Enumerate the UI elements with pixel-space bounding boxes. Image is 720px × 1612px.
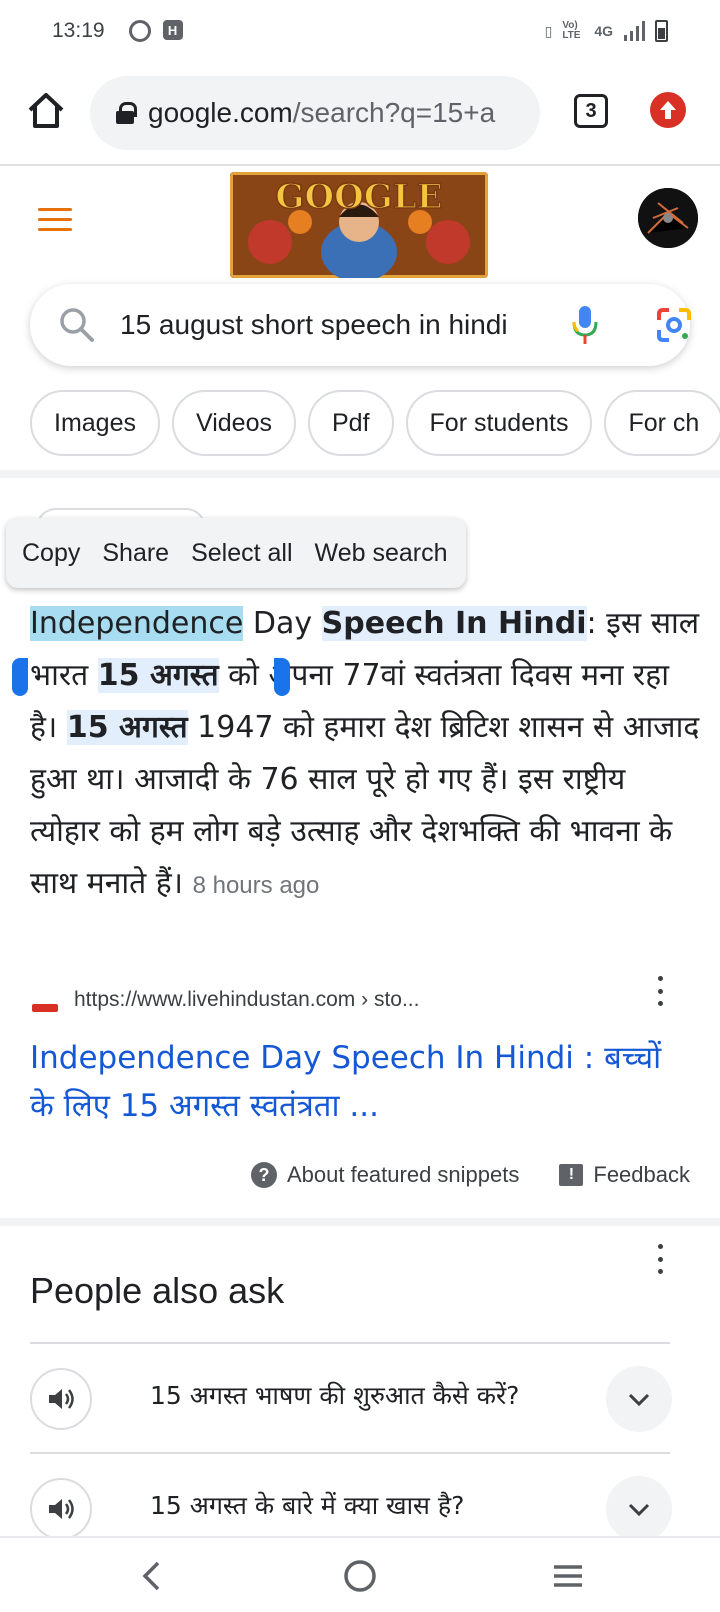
home-icon <box>28 93 64 128</box>
people-also-ask-heading: People also ask <box>30 1270 285 1311</box>
battery-icon <box>655 20 668 42</box>
update-button[interactable] <box>650 92 686 128</box>
speaker-button[interactable] <box>30 1368 92 1430</box>
result-more-options-icon[interactable] <box>656 976 664 1006</box>
status-bar: 13:19 H ▯ Vo) LTE 4G <box>0 0 720 62</box>
signal-icon <box>624 21 645 41</box>
back-icon <box>142 1561 160 1591</box>
chip-for-students[interactable]: For students <box>405 390 593 456</box>
url-host: google.com <box>148 97 293 128</box>
system-navigation-bar <box>0 1536 720 1612</box>
arrow-up-icon <box>660 101 676 119</box>
chevron-down-icon <box>628 1503 650 1517</box>
paa-question-text: 15 अगस्त भाषण की शुरुआत कैसे करें? <box>150 1381 520 1410</box>
chevron-down-icon <box>628 1393 650 1407</box>
doodle-title: GOOGLE <box>275 177 442 217</box>
paa-question-text: 15 अगस्त के बारे में क्या खास है? <box>150 1491 465 1520</box>
back-button[interactable] <box>128 1552 176 1600</box>
paa-question[interactable]: 15 अगस्त भाषण की शुरुआत कैसे करें? <box>30 1342 672 1452</box>
selection-end-handle[interactable] <box>274 658 290 696</box>
status-time: 13:19 <box>52 19 105 42</box>
chip-videos[interactable]: Videos <box>171 390 296 456</box>
browser-toolbar: google.com/search?q=15+a 3 <box>0 72 720 154</box>
account-avatar[interactable] <box>638 188 698 248</box>
url-bar[interactable]: google.com/search?q=15+a <box>90 76 540 150</box>
expand-button[interactable] <box>606 1366 672 1432</box>
site-favicon-icon <box>32 1004 58 1012</box>
recents-icon <box>554 1565 582 1587</box>
home-circle-icon <box>344 1560 376 1592</box>
vibrate-icon: ▯ <box>544 22 553 39</box>
speaker-button[interactable] <box>30 1478 92 1540</box>
google-doodle[interactable]: GOOGLE <box>230 172 488 278</box>
chrome-notification-icon <box>128 20 151 42</box>
web-search-menu-item[interactable]: Web search <box>315 539 448 568</box>
selected-text: Independence <box>30 606 244 641</box>
home-nav-button[interactable] <box>336 1552 384 1600</box>
microphone-icon[interactable] <box>570 304 600 346</box>
search-input[interactable] <box>120 306 540 344</box>
expand-button[interactable] <box>606 1476 672 1542</box>
tab-switcher-button[interactable]: 3 <box>574 94 608 128</box>
featured-snippet-text[interactable]: Independence Day Speech In Hindi: इस साल… <box>30 598 700 912</box>
speaker-icon <box>49 1499 74 1519</box>
google-lens-icon[interactable] <box>655 306 693 344</box>
search-box <box>30 284 693 366</box>
search-icon[interactable] <box>58 306 96 344</box>
selection-start-handle[interactable] <box>12 658 28 696</box>
about-featured-snippets-link[interactable]: ? About featured snippets <box>250 1162 519 1188</box>
chip-for-children[interactable]: For ch <box>604 390 720 456</box>
source-url[interactable]: https://www.livehindustan.com › sto... <box>74 988 419 1012</box>
url-path: /search?q=15+a <box>292 97 496 128</box>
search-filter-chips: Images Videos Pdf For students For ch <box>30 390 720 456</box>
text-selection-menu: Copy Share Select all Web search <box>6 518 466 588</box>
copy-menu-item[interactable]: Copy <box>22 539 80 568</box>
home-button[interactable] <box>24 88 68 132</box>
help-icon: ? <box>250 1162 277 1188</box>
select-all-menu-item[interactable]: Select all <box>191 539 292 568</box>
hamburger-menu-button[interactable] <box>38 208 72 234</box>
avatar-image <box>638 188 698 248</box>
snippet-footer: ? About featured snippets ! Feedback <box>250 1162 690 1188</box>
chip-images[interactable]: Images <box>30 390 160 456</box>
network-type: 4G <box>594 23 613 39</box>
snippet-timestamp: 8 hours ago <box>192 872 320 899</box>
share-menu-item[interactable]: Share <box>102 539 169 568</box>
feedback-link[interactable]: ! Feedback <box>559 1162 690 1188</box>
feedback-icon: ! <box>559 1164 584 1186</box>
recents-button[interactable] <box>544 1552 592 1600</box>
paa-more-options-icon[interactable] <box>656 1244 664 1274</box>
hindustan-notification-icon: H <box>162 20 183 40</box>
chip-pdf[interactable]: Pdf <box>307 390 394 456</box>
doodle-artwork: GOOGLE <box>230 172 488 278</box>
source-title-link[interactable]: Independence Day Speech In Hindi : बच्चो… <box>30 1034 670 1130</box>
lock-icon <box>116 102 137 124</box>
volte-icon: Vo) LTE <box>562 20 581 41</box>
speaker-icon <box>49 1389 74 1409</box>
